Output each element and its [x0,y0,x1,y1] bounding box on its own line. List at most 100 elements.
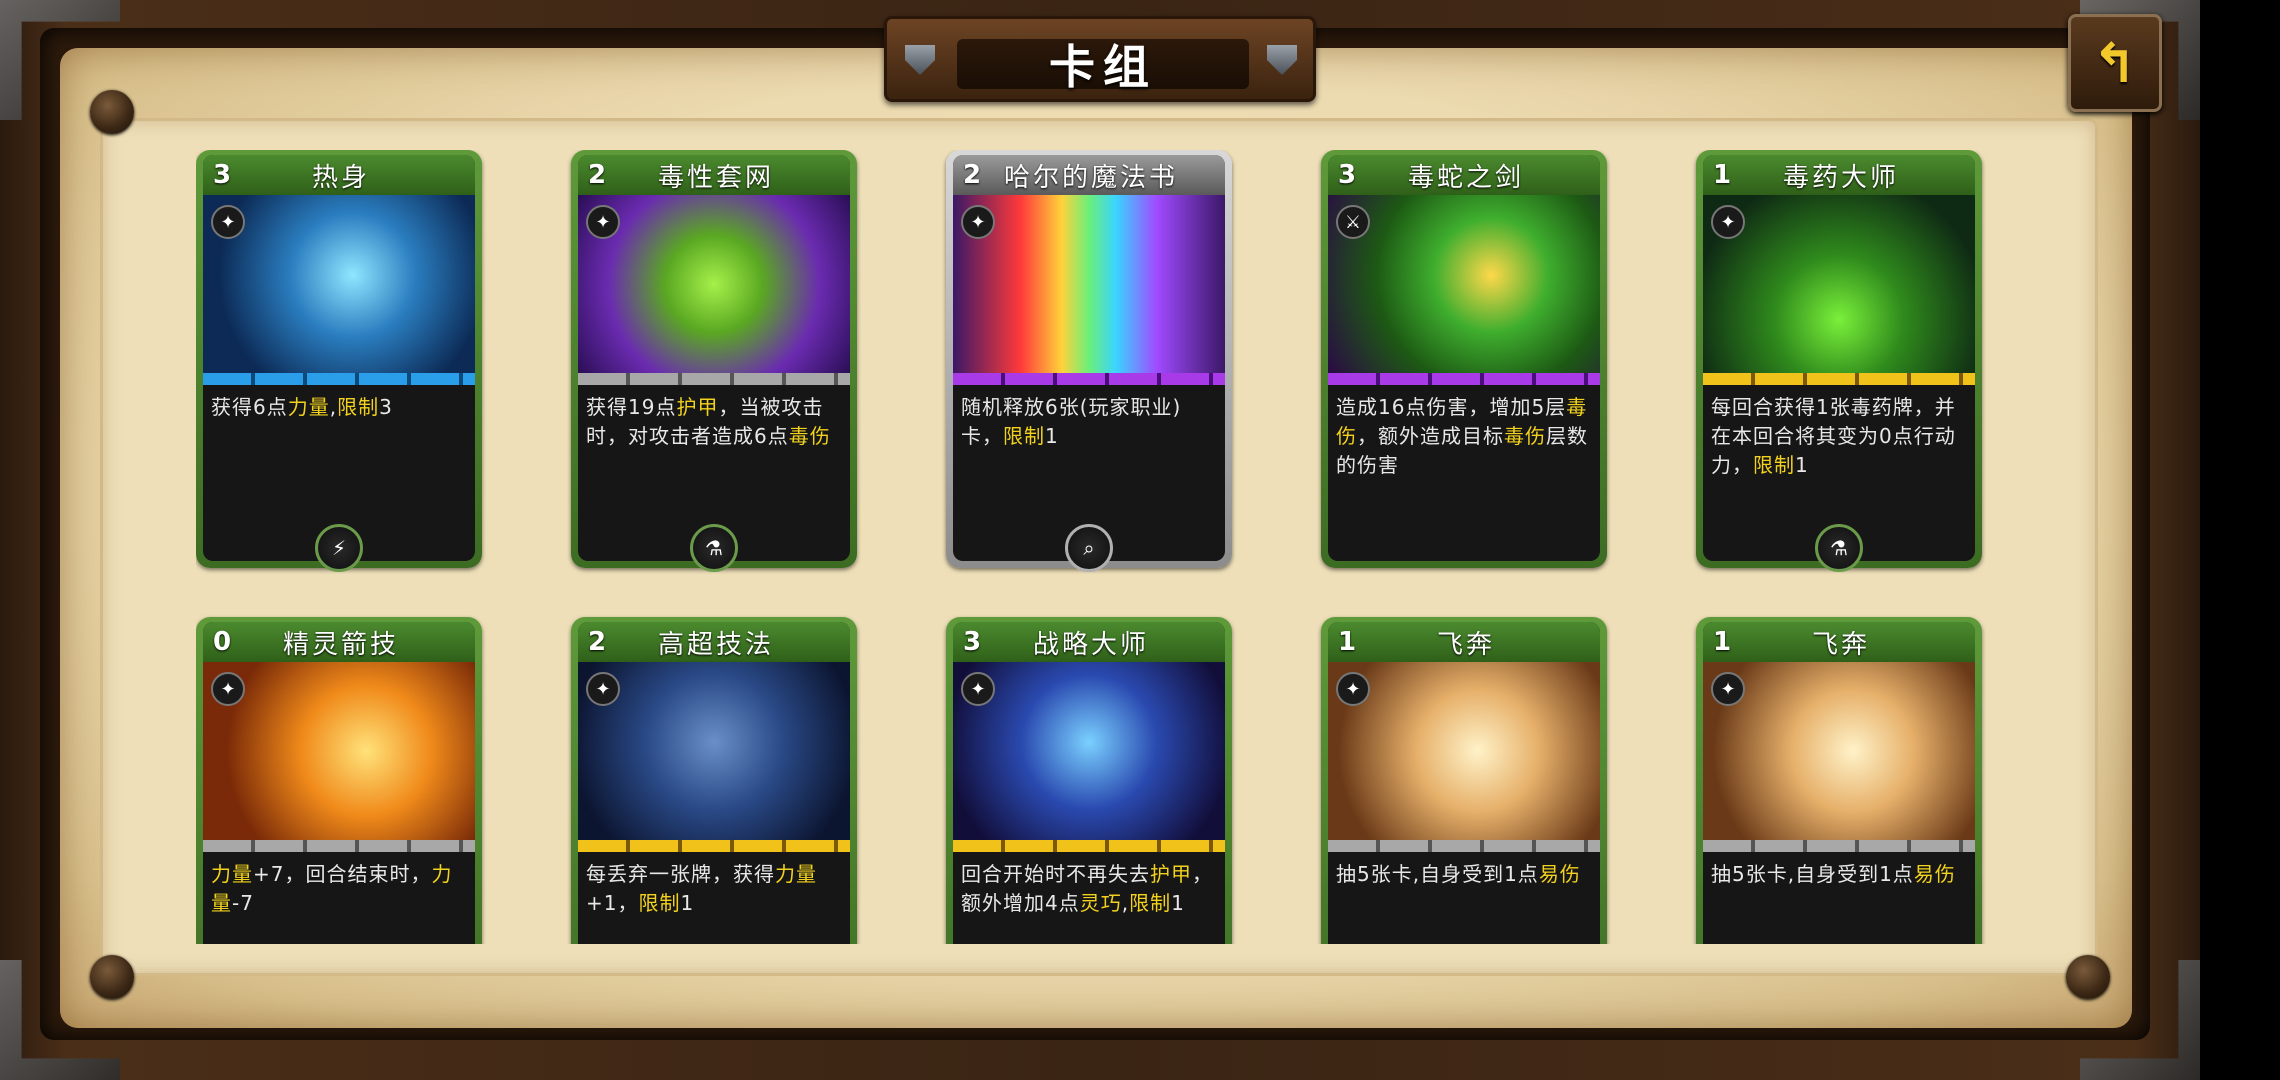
card-header: 2 毒性套网 [578,155,850,195]
keyword: 毒伤 [788,424,831,448]
keyword: 力量 [211,862,253,886]
potion-icon: ⚗ [1815,524,1863,572]
card-body: 1 毒药大师 ✦ 每回合获得1张毒药牌，并在本回合将其变为0点行动力，限制1 [1703,155,1975,561]
card[interactable]: 2 毒性套网 ✦ 获得19点护甲，当被攻击时，对攻击者造成6点毒伤 ⚗ [571,150,857,572]
card-description: 每丢弃一张牌，获得力量 +1，限制1 [586,860,844,918]
card-description: 抽5张卡,自身受到1点易伤 [1711,860,1969,889]
page-title: 卡组 [1049,40,1157,94]
card-cost: 2 [963,160,982,190]
stud-icon [90,955,134,999]
stud-icon [90,90,134,134]
card-rarity-bar [1328,840,1600,852]
card-body: 2 高超技法 ✦ 每丢弃一张牌，获得力量 +1，限制1 [578,622,850,944]
keyword: 限制 [1129,891,1172,915]
keyword: 力量 [775,862,817,886]
keyword: 易伤 [1538,862,1581,886]
keyword: 限制 [638,891,681,915]
sparkle-icon: ✦ [961,672,995,706]
keyword: 限制 [1753,453,1795,477]
card-rarity-bar [953,373,1225,385]
card-rarity-bar [203,840,475,852]
card-name: 飞奔 [1436,629,1495,660]
lightning-rod-icon: ⚡ [315,524,363,572]
description-text: 1 [1045,424,1059,448]
card-body: 2 哈尔的魔法书 ✦ 随机释放6张(玩家职业)卡，限制1 [953,155,1225,561]
card-description: 造成16点伤害，增加5层毒伤，额外造成目标毒伤层数的伤害 [1336,393,1594,480]
description-text: 抽5张卡,自身受到1点 [1336,862,1539,886]
sparkle-icon: ✦ [1711,672,1745,706]
card-rarity-bar [1328,373,1600,385]
card-name: 毒药大师 [1782,162,1899,193]
card-description: 力量+7，回合结束时，力量-7 [211,860,469,918]
shield-gem-icon [1267,45,1297,75]
card-header: 3 毒蛇之剑 [1328,155,1600,195]
keyword: 灵巧 [1079,891,1122,915]
card-header: 1 毒药大师 [1703,155,1975,195]
card-rarity-bar [1703,373,1975,385]
card-description: 抽5张卡,自身受到1点易伤 [1336,860,1594,889]
card-header: 1 飞奔 [1328,622,1600,662]
description-text: 获得19点 [586,395,677,419]
card[interactable]: 2 高超技法 ✦ 每丢弃一张牌，获得力量 +1，限制1 [571,617,857,944]
card-name: 精灵箭技 [282,629,399,660]
card-description: 回合开始时不再失去护甲，额外增加4点灵巧,限制1 [961,860,1219,918]
card-rarity-bar [578,840,850,852]
title-box: 卡组 [957,39,1249,94]
card-description: 获得19点护甲，当被攻击时，对攻击者造成6点毒伤 [586,393,844,451]
card-header: 3 战略大师 [953,622,1225,662]
card[interactable]: 0 精灵箭技 ✦ 力量+7，回合结束时，力量-7 [196,617,482,944]
description-text: 抽5张卡,自身受到1点 [1711,862,1914,886]
keyword: 护甲 [676,395,719,419]
card-name: 战略大师 [1032,629,1149,660]
card[interactable]: 2 哈尔的魔法书 ✦ 随机释放6张(玩家职业)卡，限制1 ⌕ [946,150,1232,572]
sparkle-icon: ✦ [961,205,995,239]
description-text: ，额外造成目标 [1357,424,1504,448]
card-rarity-bar [953,840,1225,852]
card-cost: 3 [963,627,982,657]
magnifier-icon: ⌕ [1065,524,1113,572]
card-cost: 3 [213,160,232,190]
description-text: 回合开始时不再失去 [961,862,1150,886]
description-text: 每回合获得1张毒药牌，并在本回合将其变为0点行动力， [1711,395,1956,477]
sparkle-icon: ✦ [586,205,620,239]
title-plate: 卡组 [884,16,1316,102]
description-text: 每丢弃一张牌，获得 [586,862,775,886]
card[interactable]: 3 毒蛇之剑 ⚔ 造成16点伤害，增加5层毒伤，额外造成目标毒伤层数的伤害 [1321,150,1607,568]
card-description: 获得6点力量,限制3 [211,393,469,422]
card-cost: 1 [1713,627,1732,657]
card[interactable]: 1 飞奔 ✦ 抽5张卡,自身受到1点易伤 [1321,617,1607,944]
sparkle-icon: ✦ [586,672,620,706]
description-text: , [329,395,338,419]
deck-screen: 卡组 ↱ 3 热身 ✦ 获得6点力量,限制3 ⚡ 2 毒性套网 ✦ 获得19点护甲，当被攻击时，… [0,0,2280,1080]
card[interactable]: 1 毒药大师 ✦ 每回合获得1张毒药牌，并在本回合将其变为0点行动力，限制1 ⚗ [1696,150,1982,572]
description-text: 1 [1171,891,1185,915]
back-arrow-icon: ↱ [2092,31,2138,95]
card-name: 毒性套网 [657,162,774,193]
description-text: +1， [586,891,639,915]
card-body: 1 飞奔 ✦ 抽5张卡,自身受到1点易伤 [1703,622,1975,944]
description-text: -7 [232,891,254,915]
description-text: , [1121,891,1130,915]
card-header: 1 飞奔 [1703,622,1975,662]
card[interactable]: 3 战略大师 ✦ 回合开始时不再失去护甲，额外增加4点灵巧,限制1 [946,617,1232,944]
description-text: 1 [680,891,695,915]
card-body: 1 飞奔 ✦ 抽5张卡,自身受到1点易伤 [1328,622,1600,944]
card-name: 热身 [311,162,370,193]
potion-icon: ⚗ [690,524,738,572]
card-name: 毒蛇之剑 [1407,162,1524,193]
card-cost: 1 [1338,627,1357,657]
card-rarity-bar [1703,840,1975,852]
description-text: 造成16点伤害，增加5层 [1336,395,1567,419]
shield-gem-icon [905,45,935,75]
card-header: 2 哈尔的魔法书 [953,155,1225,195]
card-cost: 3 [1338,160,1357,190]
card-body: 2 毒性套网 ✦ 获得19点护甲，当被攻击时，对攻击者造成6点毒伤 [578,155,850,561]
card-cost: 0 [213,627,232,657]
card-name: 哈尔的魔法书 [1003,162,1178,193]
card[interactable]: 1 飞奔 ✦ 抽5张卡,自身受到1点易伤 [1696,617,1982,944]
sword-icon: ⚔ [1336,205,1370,239]
card[interactable]: 3 热身 ✦ 获得6点力量,限制3 ⚡ [196,150,482,572]
card-rarity-bar [578,373,850,385]
card-header: 2 高超技法 [578,622,850,662]
back-button[interactable]: ↱ [2068,14,2162,112]
